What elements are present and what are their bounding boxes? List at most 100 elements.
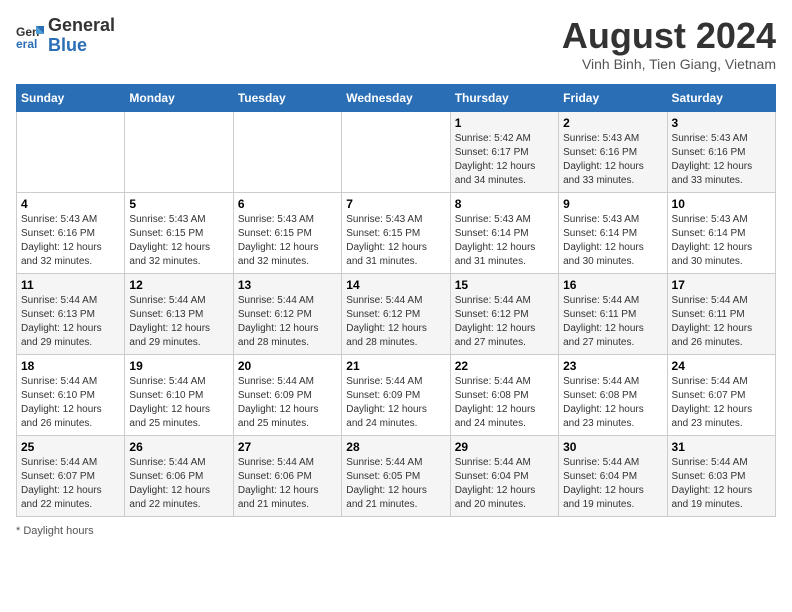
calendar-week-row: 1 Sunrise: 5:42 AM Sunset: 6:17 PM Daylig…: [17, 111, 776, 192]
calendar-cell: 23 Sunrise: 5:44 AM Sunset: 6:08 PM Dayli…: [559, 354, 667, 435]
weekday-header-wednesday: Wednesday: [342, 84, 450, 111]
calendar-table: SundayMondayTuesdayWednesdayThursdayFrid…: [16, 84, 776, 517]
day-number: 15: [455, 278, 554, 292]
day-detail: Sunrise: 5:44 AM Sunset: 6:08 PM Dayligh…: [563, 375, 662, 431]
day-detail: Sunrise: 5:44 AM Sunset: 6:10 PM Dayligh…: [21, 375, 120, 431]
calendar-cell: [342, 111, 450, 192]
day-number: 17: [672, 278, 771, 292]
calendar-week-row: 25 Sunrise: 5:44 AM Sunset: 6:07 PM Dayli…: [17, 435, 776, 516]
day-detail: Sunrise: 5:44 AM Sunset: 6:07 PM Dayligh…: [672, 375, 771, 431]
day-detail: Sunrise: 5:43 AM Sunset: 6:14 PM Dayligh…: [455, 213, 554, 269]
day-number: 6: [238, 197, 337, 211]
calendar-cell: 19 Sunrise: 5:44 AM Sunset: 6:10 PM Dayli…: [125, 354, 233, 435]
svg-text:eral: eral: [16, 37, 37, 50]
footer-note: * Daylight hours: [16, 525, 776, 537]
day-detail: Sunrise: 5:44 AM Sunset: 6:09 PM Dayligh…: [346, 375, 445, 431]
day-detail: Sunrise: 5:44 AM Sunset: 6:12 PM Dayligh…: [238, 294, 337, 350]
day-number: 25: [21, 440, 120, 454]
calendar-cell: 6 Sunrise: 5:43 AM Sunset: 6:15 PM Daylig…: [233, 192, 341, 273]
weekday-header-sunday: Sunday: [17, 84, 125, 111]
calendar-cell: [17, 111, 125, 192]
calendar-cell: 13Sunrise: 5:44 AM Sunset: 6:12 PM Dayli…: [233, 273, 341, 354]
day-detail: Sunrise: 5:44 AM Sunset: 6:10 PM Dayligh…: [129, 375, 228, 431]
day-number: 22: [455, 359, 554, 373]
calendar-cell: 14 Sunrise: 5:44 AM Sunset: 6:12 PM Dayli…: [342, 273, 450, 354]
day-detail: Sunrise: 5:44 AM Sunset: 6:11 PM Dayligh…: [563, 294, 662, 350]
calendar-cell: 8 Sunrise: 5:43 AM Sunset: 6:14 PM Daylig…: [450, 192, 558, 273]
day-number: 24: [672, 359, 771, 373]
day-number: 18: [21, 359, 120, 373]
day-number: 19: [129, 359, 228, 373]
day-detail: Sunrise: 5:42 AM Sunset: 6:17 PM Dayligh…: [455, 132, 554, 188]
day-number: 7: [346, 197, 445, 211]
day-number: 29: [455, 440, 554, 454]
logo-general-text: General: [48, 15, 115, 35]
day-number: 21: [346, 359, 445, 373]
day-number: 1: [455, 116, 554, 130]
calendar-cell: 1 Sunrise: 5:42 AM Sunset: 6:17 PM Daylig…: [450, 111, 558, 192]
calendar-cell: 18 Sunrise: 5:44 AM Sunset: 6:10 PM Dayli…: [17, 354, 125, 435]
day-detail: Sunrise: 5:44 AM Sunset: 6:13 PM Dayligh…: [129, 294, 228, 350]
day-number: 14: [346, 278, 445, 292]
calendar-week-row: 11 Sunrise: 5:44 AM Sunset: 6:13 PM Dayli…: [17, 273, 776, 354]
title-area: August 2024 Vinh Binh, Tien Giang, Vietn…: [562, 16, 776, 72]
weekday-header-thursday: Thursday: [450, 84, 558, 111]
day-detail: Sunrise: 5:43 AM Sunset: 6:15 PM Dayligh…: [129, 213, 228, 269]
calendar-cell: 24 Sunrise: 5:44 AM Sunset: 6:07 PM Dayli…: [667, 354, 775, 435]
day-number: 23: [563, 359, 662, 373]
day-number: 16: [563, 278, 662, 292]
calendar-week-row: 4 Sunrise: 5:43 AM Sunset: 6:16 PM Daylig…: [17, 192, 776, 273]
day-number: 12: [129, 278, 228, 292]
day-number: 28: [346, 440, 445, 454]
logo-icon: Gen eral: [16, 22, 44, 50]
day-detail: Sunrise: 5:43 AM Sunset: 6:16 PM Dayligh…: [672, 132, 771, 188]
calendar-cell: 9 Sunrise: 5:43 AM Sunset: 6:14 PM Daylig…: [559, 192, 667, 273]
weekday-header-monday: Monday: [125, 84, 233, 111]
day-detail: Sunrise: 5:44 AM Sunset: 6:11 PM Dayligh…: [672, 294, 771, 350]
day-detail: Sunrise: 5:44 AM Sunset: 6:04 PM Dayligh…: [455, 456, 554, 512]
day-detail: Sunrise: 5:44 AM Sunset: 6:05 PM Dayligh…: [346, 456, 445, 512]
day-detail: Sunrise: 5:43 AM Sunset: 6:16 PM Dayligh…: [563, 132, 662, 188]
day-number: 3: [672, 116, 771, 130]
weekday-header-friday: Friday: [559, 84, 667, 111]
calendar-cell: 21 Sunrise: 5:44 AM Sunset: 6:09 PM Dayli…: [342, 354, 450, 435]
logo: Gen eral General Blue: [16, 16, 115, 56]
footer-daylight-text: Daylight hours: [23, 525, 93, 537]
calendar-cell: 31 Sunrise: 5:44 AM Sunset: 6:03 PM Dayli…: [667, 435, 775, 516]
day-number: 11: [21, 278, 120, 292]
day-number: 31: [672, 440, 771, 454]
day-detail: Sunrise: 5:43 AM Sunset: 6:15 PM Dayligh…: [238, 213, 337, 269]
day-detail: Sunrise: 5:44 AM Sunset: 6:04 PM Dayligh…: [563, 456, 662, 512]
day-detail: Sunrise: 5:44 AM Sunset: 6:03 PM Dayligh…: [672, 456, 771, 512]
day-detail: Sunrise: 5:43 AM Sunset: 6:15 PM Dayligh…: [346, 213, 445, 269]
month-year-title: August 2024: [562, 16, 776, 56]
calendar-cell: 3 Sunrise: 5:43 AM Sunset: 6:16 PM Daylig…: [667, 111, 775, 192]
day-detail: Sunrise: 5:44 AM Sunset: 6:09 PM Dayligh…: [238, 375, 337, 431]
calendar-cell: 28 Sunrise: 5:44 AM Sunset: 6:05 PM Dayli…: [342, 435, 450, 516]
day-detail: Sunrise: 5:44 AM Sunset: 6:08 PM Dayligh…: [455, 375, 554, 431]
calendar-cell: 16 Sunrise: 5:44 AM Sunset: 6:11 PM Dayli…: [559, 273, 667, 354]
day-number: 26: [129, 440, 228, 454]
page-header: Gen eral General Blue August 2024 Vinh B…: [16, 16, 776, 72]
day-number: 4: [21, 197, 120, 211]
day-detail: Sunrise: 5:44 AM Sunset: 6:13 PM Dayligh…: [21, 294, 120, 350]
calendar-cell: 7 Sunrise: 5:43 AM Sunset: 6:15 PM Daylig…: [342, 192, 450, 273]
day-number: 9: [563, 197, 662, 211]
day-detail: Sunrise: 5:44 AM Sunset: 6:12 PM Dayligh…: [455, 294, 554, 350]
day-number: 8: [455, 197, 554, 211]
day-detail: Sunrise: 5:43 AM Sunset: 6:14 PM Dayligh…: [563, 213, 662, 269]
calendar-cell: [125, 111, 233, 192]
calendar-cell: 5Sunrise: 5:43 AM Sunset: 6:15 PM Daylig…: [125, 192, 233, 273]
weekday-header-tuesday: Tuesday: [233, 84, 341, 111]
calendar-cell: 26Sunrise: 5:44 AM Sunset: 6:06 PM Dayli…: [125, 435, 233, 516]
day-detail: Sunrise: 5:44 AM Sunset: 6:12 PM Dayligh…: [346, 294, 445, 350]
calendar-cell: 12 Sunrise: 5:44 AM Sunset: 6:13 PM Dayli…: [125, 273, 233, 354]
day-number: 2: [563, 116, 662, 130]
calendar-cell: [233, 111, 341, 192]
weekday-header-saturday: Saturday: [667, 84, 775, 111]
logo-text: General Blue: [48, 16, 115, 56]
day-detail: Sunrise: 5:43 AM Sunset: 6:16 PM Dayligh…: [21, 213, 120, 269]
day-detail: Sunrise: 5:44 AM Sunset: 6:06 PM Dayligh…: [238, 456, 337, 512]
day-detail: Sunrise: 5:44 AM Sunset: 6:07 PM Dayligh…: [21, 456, 120, 512]
day-number: 10: [672, 197, 771, 211]
